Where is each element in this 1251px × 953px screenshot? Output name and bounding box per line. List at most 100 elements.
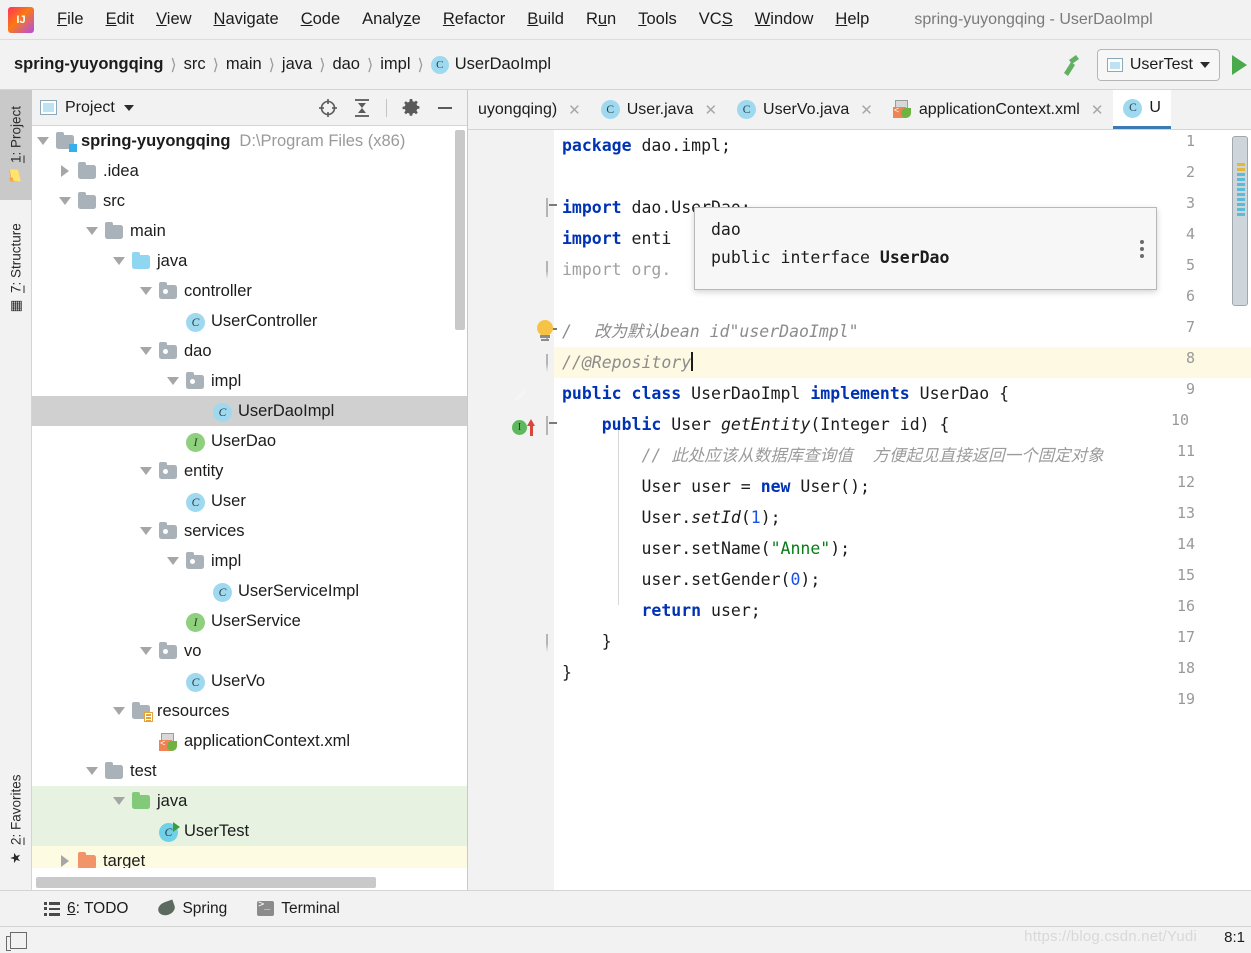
twisty-down-icon[interactable] (32, 137, 54, 145)
twisty-down-icon[interactable] (162, 557, 184, 565)
menu-item-build[interactable]: Build (516, 8, 575, 31)
menu-item-window[interactable]: Window (744, 8, 825, 31)
tree-node-user[interactable]: C User (32, 486, 467, 516)
menu-item-view[interactable]: View (145, 8, 202, 31)
menu-item-vcs[interactable]: VCS (688, 8, 744, 31)
close-icon[interactable]: ✕ (860, 101, 873, 119)
sidebar-item-structure[interactable]: ▦ 7: Structure (0, 204, 32, 334)
hammer-icon[interactable] (1057, 50, 1087, 80)
twisty-down-icon[interactable] (135, 287, 157, 295)
run-play-icon[interactable] (1232, 54, 1247, 75)
breadcrumb-item-class[interactable]: C UserDaoImpl (430, 55, 551, 74)
close-icon[interactable]: ✕ (704, 101, 717, 119)
project-tree-horizontal-scrollbar[interactable] (36, 877, 376, 888)
tree-node-vo[interactable]: vo (32, 636, 467, 666)
fold-marker-import-end[interactable] (546, 261, 560, 279)
editor-tab-applicationcontext-xml[interactable]: applicationContext.xml ✕ (883, 90, 1114, 129)
tree-node-userdao[interactable]: I UserDao (32, 426, 467, 456)
tree-node-dao-impl[interactable]: impl (32, 366, 467, 396)
twisty-right-icon[interactable] (54, 855, 76, 867)
project-tree[interactable]: spring-yuyongqing D:\Program Files (x86)… (32, 126, 467, 868)
fold-marker-imports[interactable] (546, 198, 560, 217)
bottom-item-todo[interactable]: 6: TODO (44, 900, 128, 918)
twisty-down-icon[interactable] (81, 227, 103, 235)
tree-node-usertest[interactable]: C UserTest (32, 816, 467, 846)
breadcrumb-item-main[interactable]: main (226, 55, 262, 74)
menu-item-edit[interactable]: Edit (95, 8, 145, 31)
twisty-down-icon[interactable] (108, 257, 130, 265)
editor-tab-userdaoimpl-java[interactable]: C U (1113, 90, 1171, 129)
breadcrumb-item-impl[interactable]: impl (380, 55, 410, 74)
close-icon[interactable]: ✕ (1091, 101, 1104, 119)
tree-node-controller[interactable]: controller (32, 276, 467, 306)
menu-item-navigate[interactable]: Navigate (203, 8, 290, 31)
tree-node-userdaoimpl[interactable]: C UserDaoImpl (32, 396, 467, 426)
tree-node-test[interactable]: test (32, 756, 467, 786)
editor-tab-user-java[interactable]: C User.java ✕ (591, 90, 727, 129)
editor-tab-partial[interactable]: uyongqing) ✕ (468, 90, 591, 129)
twisty-down-icon[interactable] (135, 647, 157, 655)
collapse-all-icon[interactable] (352, 98, 372, 118)
tree-node-entity[interactable]: entity (32, 456, 467, 486)
event-log-icon[interactable] (6, 931, 27, 951)
bean-candidate-icon[interactable] (512, 387, 530, 405)
more-options-icon[interactable] (1140, 237, 1144, 261)
fold-marker-method-end[interactable] (546, 634, 560, 652)
line-column-indicator[interactable]: 8:1 (1224, 929, 1245, 946)
twisty-down-icon[interactable] (135, 347, 157, 355)
close-icon[interactable]: ✕ (568, 101, 581, 119)
bottom-item-spring[interactable]: Spring (156, 899, 227, 918)
sidebar-item-favorites[interactable]: ★ 2: Favorites (0, 750, 32, 890)
code-editor[interactable]: 1 2 3 4 5 6 7 8 9 10 11 12 13 14 15 16 1… (468, 130, 1251, 890)
tree-node-resources[interactable]: resources (32, 696, 467, 726)
breadcrumb-item-src[interactable]: src (184, 55, 206, 74)
twisty-down-icon[interactable] (135, 467, 157, 475)
editor-tab-uservo-java[interactable]: C UserVo.java ✕ (727, 90, 883, 129)
tree-node-java-main[interactable]: java (32, 246, 467, 276)
tree-node-services[interactable]: services (32, 516, 467, 546)
tree-node-usercontroller[interactable]: C UserController (32, 306, 467, 336)
twisty-down-icon[interactable] (108, 797, 130, 805)
menu-item-tools[interactable]: Tools (627, 8, 688, 31)
twisty-down-icon[interactable] (135, 527, 157, 535)
fold-marker-method[interactable] (546, 416, 560, 435)
twisty-down-icon[interactable] (81, 767, 103, 775)
tree-node-idea[interactable]: .idea (32, 156, 467, 186)
menu-item-file[interactable]: FFileile (46, 8, 95, 31)
menu-item-analyze[interactable]: Analyze (351, 8, 432, 31)
settings-gear-icon[interactable] (401, 98, 421, 118)
tree-node-spring-yuyongqing[interactable]: spring-yuyongqing D:\Program Files (x86) (32, 126, 467, 156)
locate-icon[interactable] (318, 98, 338, 118)
hide-window-icon[interactable] (435, 98, 455, 118)
run-configuration-selector[interactable]: UserTest (1096, 48, 1220, 81)
twisty-down-icon[interactable] (54, 197, 76, 205)
twisty-down-icon[interactable] (162, 377, 184, 385)
intention-bulb-icon[interactable] (534, 320, 556, 344)
menu-item-run[interactable]: Run (575, 8, 627, 31)
tree-node-java-test[interactable]: java (32, 786, 467, 816)
tree-node-userserviceimpl[interactable]: C UserServiceImpl (32, 576, 467, 606)
tree-node-target[interactable]: target (32, 846, 467, 868)
fold-marker-comment-end[interactable] (546, 354, 560, 372)
implementing-method-icon[interactable]: I (512, 419, 535, 438)
breadcrumb-item-dao[interactable]: dao (332, 55, 360, 74)
bottom-item-terminal[interactable]: Terminal (257, 899, 340, 918)
menu-item-refactor[interactable]: Refactor (432, 8, 516, 31)
menu-item-help[interactable]: Help (824, 8, 880, 31)
twisty-down-icon[interactable] (108, 707, 130, 715)
editor-gutter[interactable] (468, 130, 554, 890)
menu-item-code[interactable]: Code (290, 8, 351, 31)
breadcrumb-item-java[interactable]: java (282, 55, 312, 74)
chevron-down-icon[interactable] (123, 104, 134, 111)
tree-node-dao[interactable]: dao (32, 336, 467, 366)
breadcrumb-item-project[interactable]: spring-yuyongqing (14, 55, 163, 74)
project-tree-vertical-scrollbar[interactable] (455, 130, 465, 330)
tree-node-services-impl[interactable]: impl (32, 546, 467, 576)
twisty-right-icon[interactable] (54, 165, 76, 177)
documentation-popup[interactable]: dao public interface UserDao (694, 207, 1157, 290)
tree-node-applicationcontext-xml[interactable]: applicationContext.xml (32, 726, 467, 756)
tree-node-userservice[interactable]: I UserService (32, 606, 467, 636)
editor-vertical-scrollbar[interactable] (1232, 136, 1248, 306)
tree-node-main[interactable]: main (32, 216, 467, 246)
sidebar-item-project[interactable]: 📁 1: Project (0, 90, 32, 200)
